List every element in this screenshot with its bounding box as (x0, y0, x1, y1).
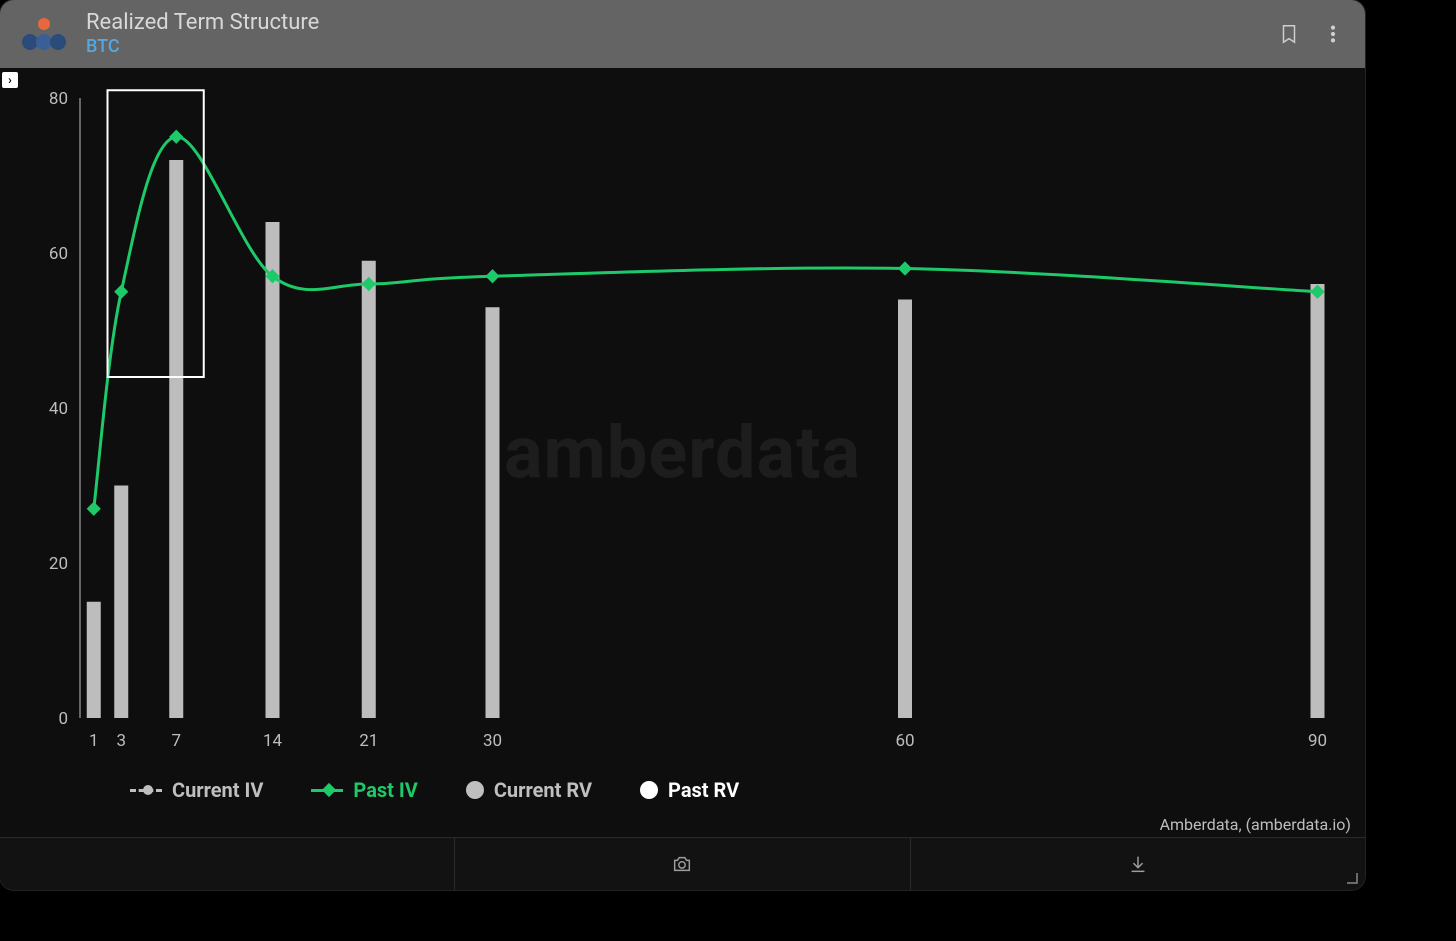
svg-text:21: 21 (359, 731, 378, 751)
svg-text:80: 80 (49, 89, 68, 109)
footer-toolbar (0, 837, 1365, 890)
footer-cell-empty (0, 838, 455, 890)
svg-text:60: 60 (895, 731, 914, 751)
title-block: Realized Term Structure BTC (86, 10, 319, 58)
legend: Current IV Past IV Current RV Past RV (0, 770, 1365, 810)
chart-window: Realized Term Structure BTC › amberdata … (0, 0, 1365, 890)
svg-text:0: 0 (58, 709, 68, 729)
svg-text:60: 60 (49, 244, 68, 264)
chart-title: Realized Term Structure (86, 10, 319, 36)
legend-label: Current IV (172, 778, 263, 802)
titlebar: Realized Term Structure BTC (0, 0, 1365, 68)
legend-item-current-iv[interactable]: Current IV (130, 778, 263, 802)
legend-item-past-iv[interactable]: Past IV (311, 778, 417, 802)
svg-text:14: 14 (263, 731, 283, 751)
chart-subtitle: BTC (86, 36, 319, 58)
attribution-text: Amberdata, (amberdata.io) (1160, 815, 1351, 834)
camera-icon (671, 853, 693, 875)
legend-label: Current RV (494, 778, 592, 802)
amberdata-logo-icon (18, 14, 70, 54)
svg-text:40: 40 (49, 399, 68, 419)
chart-area[interactable]: amberdata 0204060801371421306090 (0, 68, 1365, 838)
svg-text:1: 1 (89, 731, 99, 751)
download-button[interactable] (911, 838, 1365, 890)
bookmark-button[interactable] (1275, 20, 1303, 48)
download-icon (1127, 853, 1149, 875)
more-menu-button[interactable] (1319, 20, 1347, 48)
chart-svg: 0 20 40 60 80 13 7 14 21 30 60 90 (0, 68, 1365, 838)
legend-item-current-rv[interactable]: Current RV (466, 778, 592, 802)
legend-item-past-rv[interactable]: Past RV (640, 778, 739, 802)
svg-text:20: 20 (49, 554, 68, 574)
legend-label: Past IV (353, 778, 417, 802)
resize-handle[interactable] (1345, 870, 1359, 884)
svg-text:3: 3 (116, 731, 126, 751)
svg-text:90: 90 (1308, 731, 1327, 751)
svg-text:7: 7 (171, 731, 181, 751)
screenshot-button[interactable] (455, 838, 910, 890)
svg-text:30: 30 (483, 731, 502, 751)
legend-label: Past RV (668, 778, 739, 802)
